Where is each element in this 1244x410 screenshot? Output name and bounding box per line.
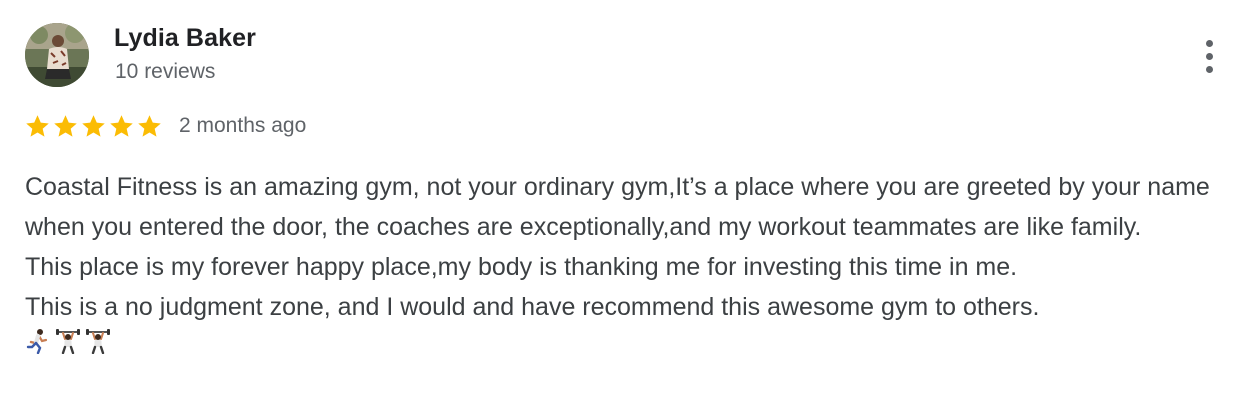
star-icon — [82, 114, 105, 137]
more-options-button[interactable] — [1194, 36, 1224, 76]
more-vert-icon-dot — [1205, 65, 1213, 73]
person-lifting-weights-icon — [86, 329, 110, 354]
more-vert-icon — [1205, 39, 1213, 47]
star-icon — [138, 114, 161, 137]
star-icon — [26, 114, 49, 137]
more-vert-icon-dot — [1205, 52, 1213, 60]
profile-photo — [25, 23, 89, 87]
review-date: 2 months ago — [179, 114, 307, 137]
review-card: Lydia Baker 10 reviews 2 months ago Coas… — [0, 0, 1244, 410]
emoji-row — [25, 328, 1225, 354]
review-paragraph: This is a no judgment zone, and I would … — [25, 293, 1040, 321]
person-lifting-weights-icon — [56, 329, 80, 354]
review-paragraph: Coastal Fitness is an amazing gym, not y… — [25, 173, 1210, 241]
star-icon — [54, 114, 77, 137]
star-rating — [24, 113, 163, 140]
review-count: 10 reviews — [115, 60, 216, 83]
reviewer-name[interactable]: Lydia Baker — [114, 24, 256, 53]
person-running-icon — [26, 329, 48, 354]
rating-row: 2 months ago — [24, 111, 306, 141]
review-paragraph: This place is my forever happy place,my … — [25, 253, 1018, 281]
star-icon — [110, 114, 133, 137]
avatar[interactable] — [25, 23, 89, 87]
review-text: Coastal Fitness is an amazing gym, not y… — [25, 167, 1225, 354]
